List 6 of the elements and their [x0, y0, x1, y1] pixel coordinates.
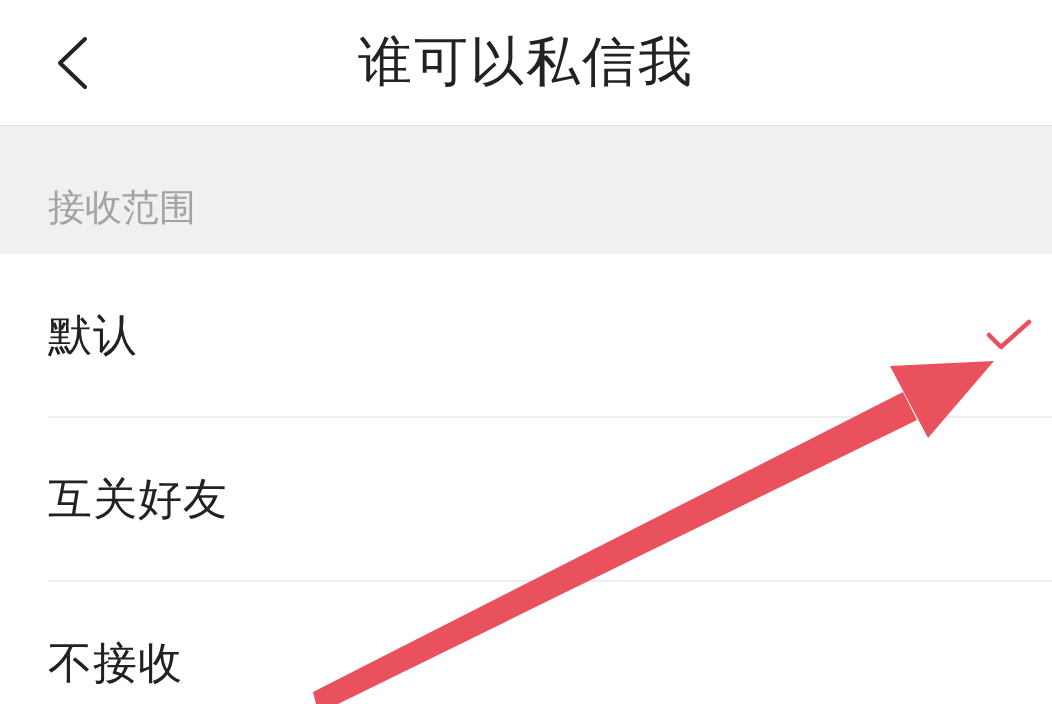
back-chevron-icon: [55, 35, 89, 90]
section-title: 接收范围: [48, 185, 196, 231]
option-row[interactable]: 不接收: [0, 582, 1052, 704]
option-row[interactable]: 互关好友: [0, 418, 1052, 580]
option-row[interactable]: 默认: [0, 254, 1052, 416]
page-title: 谁可以私信我: [357, 29, 695, 95]
